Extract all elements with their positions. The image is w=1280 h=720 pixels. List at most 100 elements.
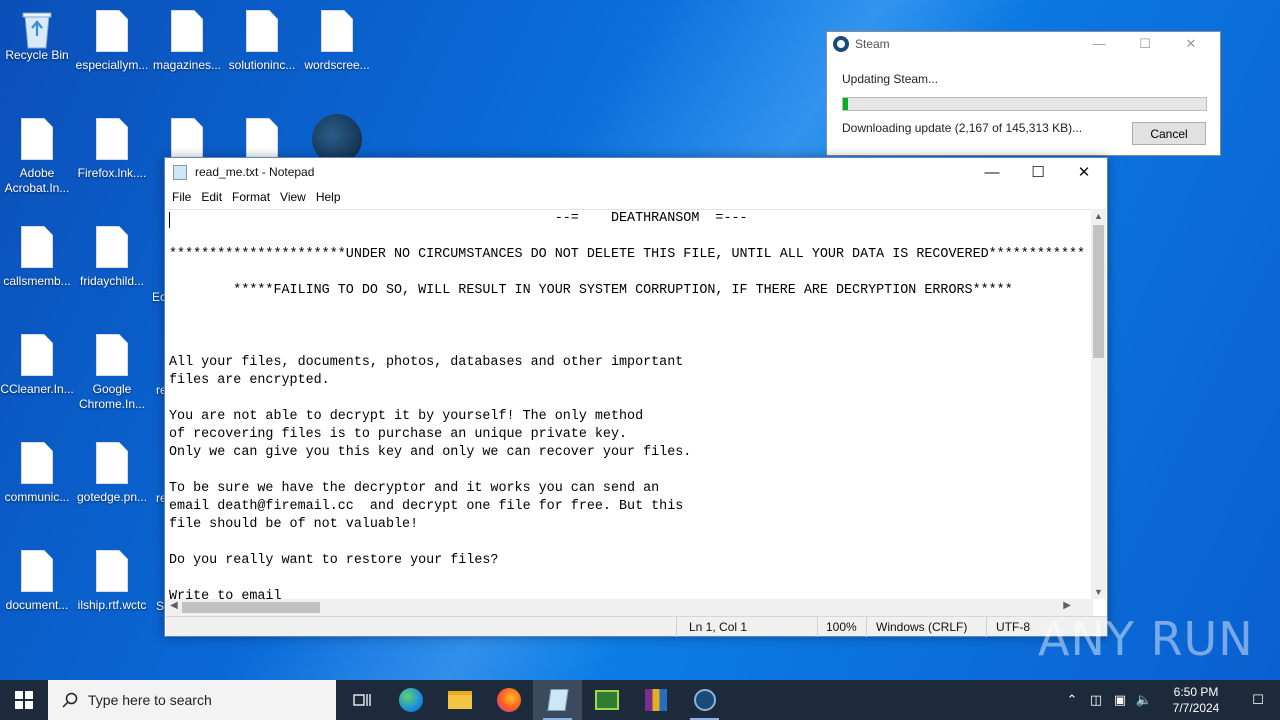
desktop-icon-label-partial: S bbox=[156, 599, 165, 613]
steam-taskbar-icon[interactable] bbox=[680, 680, 729, 720]
desktop-icon-label: fridaychild... bbox=[79, 274, 145, 288]
file-explorer-icon[interactable] bbox=[435, 680, 484, 720]
desktop-icon-label: gotedge.pn... bbox=[76, 490, 148, 504]
scroll-down-icon[interactable]: ▼ bbox=[1091, 587, 1106, 597]
text-line bbox=[169, 264, 1094, 282]
desktop-icon-file[interactable]: gotedge.pn... bbox=[75, 442, 149, 505]
desktop-icon-file[interactable]: magazines... bbox=[150, 10, 224, 73]
desktop-icon-label: CCleaner.In... bbox=[0, 382, 74, 396]
text-line: You are not able to decrypt it by yourse… bbox=[169, 409, 644, 424]
status-zoom: 100% bbox=[826, 620, 857, 634]
steam-progress-fill bbox=[843, 98, 849, 110]
text-line: All your files, documents, photos, datab… bbox=[169, 355, 684, 370]
desktop-icon-label: Adobe Acrobat.In... bbox=[4, 166, 70, 195]
chevron-up-icon[interactable]: ⌃ bbox=[1060, 692, 1084, 708]
network-icon[interactable]: ▣ bbox=[1108, 692, 1132, 708]
cancel-button[interactable]: Cancel bbox=[1132, 122, 1206, 145]
clock[interactable]: 6:50 PM 7/7/2024 bbox=[1156, 684, 1236, 716]
desktop-icon-file[interactable]: Firefox.lnk.... bbox=[75, 118, 149, 181]
horizontal-scroll-thumb[interactable] bbox=[182, 602, 320, 613]
desktop-icon-label: solutioninc... bbox=[228, 58, 296, 72]
desktop-icon-file[interactable]: Google Chrome.In... bbox=[75, 334, 149, 412]
vertical-scroll-thumb[interactable] bbox=[1093, 225, 1104, 358]
text-line: Write to email bbox=[169, 589, 282, 599]
device-icon[interactable]: ◫ bbox=[1084, 692, 1108, 708]
scroll-left-icon[interactable]: ◀ bbox=[170, 600, 178, 611]
menu-edit[interactable]: Edit bbox=[200, 190, 229, 204]
status-cursor-position: Ln 1, Col 1 bbox=[689, 620, 748, 634]
file-icon bbox=[21, 550, 53, 592]
notepad-icon bbox=[173, 164, 187, 180]
taskbar: Type here to search ⌃ ◫ ▣ 🔈 6:50 PM 7/7/… bbox=[0, 680, 1280, 720]
desktop-icon-file[interactable]: fridaychild... bbox=[75, 226, 149, 289]
text-caret bbox=[169, 212, 170, 228]
desktop-icon-label: Firefox.lnk.... bbox=[77, 166, 147, 180]
file-icon bbox=[96, 118, 128, 160]
taskbar-search-box[interactable]: Type here to search bbox=[48, 680, 336, 720]
steam-updating-text: Updating Steam... bbox=[842, 72, 939, 86]
steam-title-bar[interactable]: Steam — ☐ ✕ bbox=[827, 32, 1220, 56]
scroll-up-icon[interactable]: ▲ bbox=[1091, 211, 1106, 221]
desktop-icon-file[interactable]: Adobe Acrobat.In... bbox=[0, 118, 74, 196]
text-line: file should be of not valuable! bbox=[169, 517, 419, 532]
file-icon bbox=[246, 10, 278, 52]
desktop-icon-label: Recycle Bin bbox=[5, 48, 69, 62]
desktop-icon-label: wordscree... bbox=[304, 58, 370, 72]
minimize-icon[interactable]: — bbox=[969, 158, 1015, 186]
menu-file[interactable]: File bbox=[171, 190, 198, 204]
file-icon bbox=[96, 334, 128, 376]
desktop-icon-recycle-bin[interactable]: Recycle Bin bbox=[0, 8, 74, 63]
minimize-icon[interactable]: — bbox=[1076, 35, 1122, 53]
desktop-icon-file[interactable]: solutioninc... bbox=[225, 10, 299, 73]
notifications-icon[interactable]: ☐ bbox=[1236, 692, 1280, 708]
desktop-icon-file[interactable]: wordscree... bbox=[300, 10, 374, 73]
desktop-icon-file[interactable]: especiallym... bbox=[75, 10, 149, 73]
text-editor-area[interactable]: --= DEATHRANSOM =--- ********************… bbox=[166, 209, 1094, 599]
text-line bbox=[169, 390, 1094, 408]
text-line bbox=[169, 534, 1094, 552]
recycle-bin-icon bbox=[20, 8, 54, 49]
volume-icon[interactable]: 🔈 bbox=[1132, 692, 1156, 708]
desktop-icon-file[interactable]: communic... bbox=[0, 442, 74, 505]
horizontal-scrollbar[interactable]: ◀ ▶ bbox=[166, 599, 1093, 616]
menu-format[interactable]: Format bbox=[231, 190, 277, 204]
file-icon bbox=[21, 334, 53, 376]
text-line bbox=[169, 318, 1094, 336]
desktop-icon-file[interactable]: CCleaner.In... bbox=[0, 334, 74, 397]
maximize-icon[interactable]: ☐ bbox=[1015, 158, 1061, 186]
scroll-right-icon[interactable]: ▶ bbox=[1063, 600, 1071, 611]
status-encoding: UTF-8 bbox=[996, 620, 1030, 634]
firefox-icon[interactable] bbox=[484, 680, 533, 720]
text-line bbox=[169, 462, 1094, 480]
vertical-scrollbar[interactable]: ▲ ▼ bbox=[1091, 209, 1106, 599]
menu-view[interactable]: View bbox=[279, 190, 313, 204]
edge-icon[interactable] bbox=[386, 680, 435, 720]
task-view-icon[interactable] bbox=[337, 680, 386, 720]
desktop-icon-file[interactable]: ilship.rtf.wctc bbox=[75, 550, 149, 613]
desktop-icon-file[interactable]: callsmemb... bbox=[0, 226, 74, 289]
text-line bbox=[169, 570, 1094, 588]
steam-update-dialog: Steam — ☐ ✕ Updating Steam... Downloadin… bbox=[826, 31, 1221, 156]
notepad-taskbar-icon[interactable] bbox=[533, 680, 582, 720]
start-button[interactable] bbox=[0, 680, 48, 720]
text-line: **********************UNDER NO CIRCUMSTA… bbox=[169, 247, 1086, 262]
close-icon[interactable]: ✕ bbox=[1061, 158, 1107, 186]
notepad-title-bar[interactable]: read_me.txt - Notepad — ☐ ✕ bbox=[165, 158, 1107, 186]
desktop-icon-label: document... bbox=[5, 598, 69, 612]
desktop-icon-label: especiallym... bbox=[75, 58, 149, 72]
menu-bar: File Edit Format View Help bbox=[165, 186, 1107, 208]
green-app-icon[interactable] bbox=[582, 680, 631, 720]
file-icon bbox=[321, 10, 353, 52]
winrar-icon[interactable] bbox=[631, 680, 680, 720]
desktop-icon-file[interactable]: document... bbox=[0, 550, 74, 613]
text-line: email death@firemail.cc and decrypt one … bbox=[169, 499, 684, 514]
status-line-endings: Windows (CRLF) bbox=[876, 620, 968, 634]
desktop-icon-label: callsmemb... bbox=[3, 274, 71, 288]
text-line: --= DEATHRANSOM =--- bbox=[169, 211, 748, 226]
file-icon bbox=[96, 10, 128, 52]
text-line: To be sure we have the decryptor and it … bbox=[169, 481, 660, 496]
close-icon[interactable]: ✕ bbox=[1168, 35, 1214, 53]
text-line: files are encrypted. bbox=[169, 373, 330, 388]
menu-help[interactable]: Help bbox=[315, 190, 348, 204]
clock-time: 6:50 PM bbox=[1173, 685, 1219, 699]
